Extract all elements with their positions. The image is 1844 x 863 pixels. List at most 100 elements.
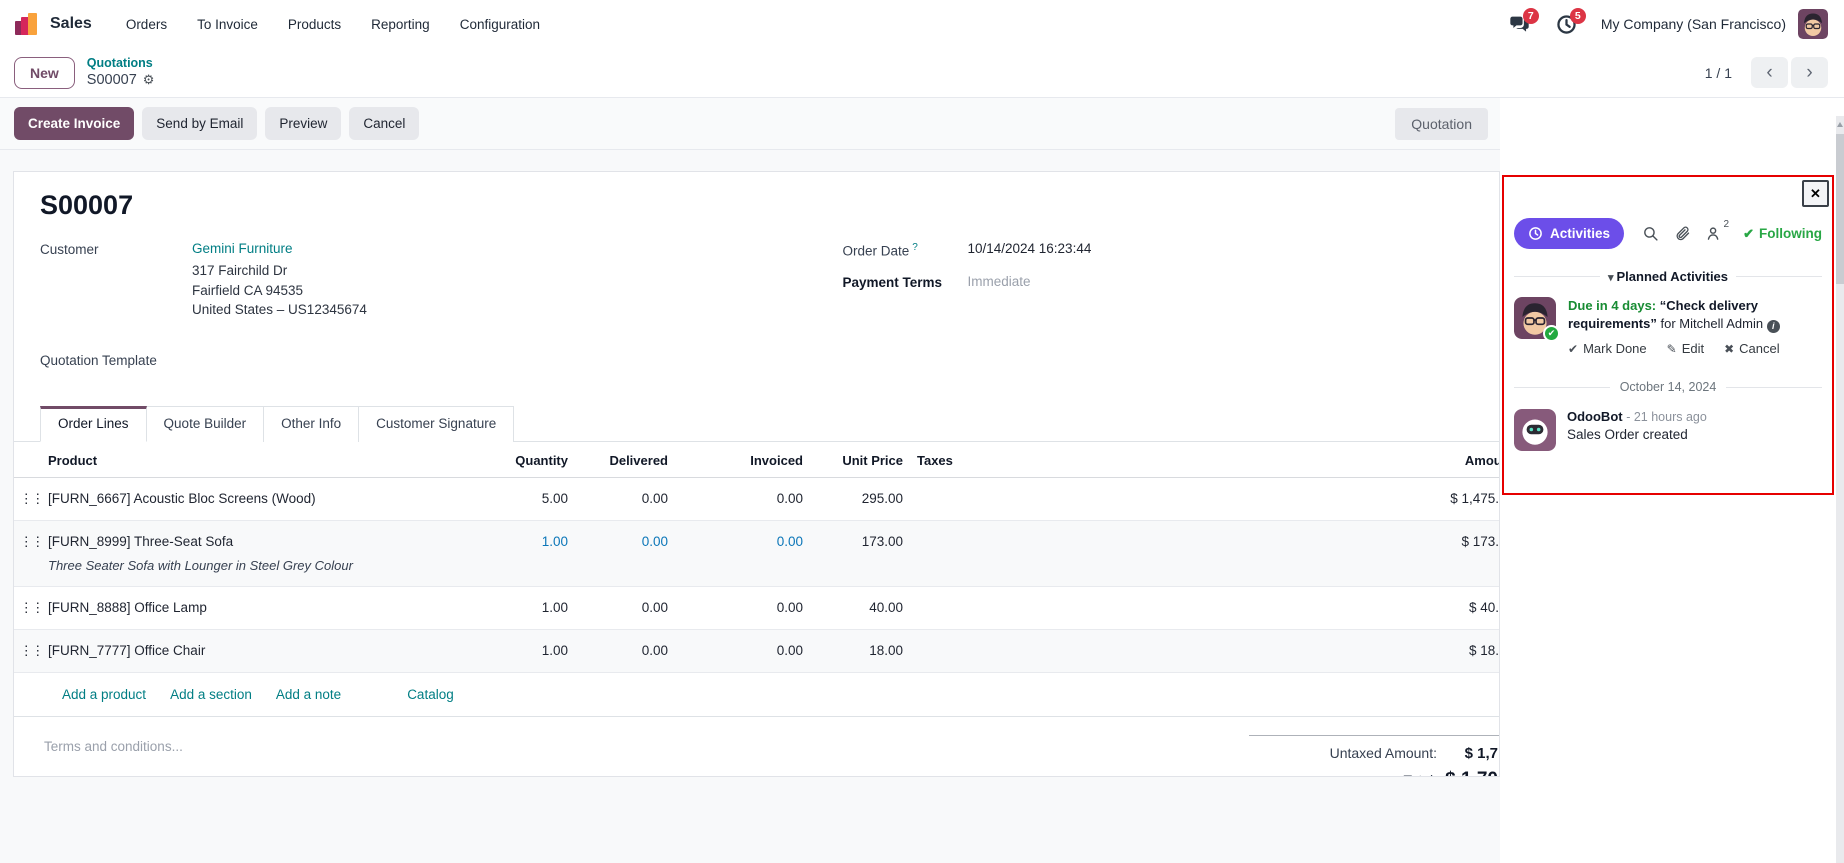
scrollbar-thumb[interactable] [1836,134,1844,284]
breadcrumb-quotations[interactable]: Quotations [87,56,155,72]
info-icon[interactable]: i [1767,320,1780,333]
order-date-value[interactable]: 10/14/2024 16:23:44 [967,241,1091,259]
cell-product[interactable]: [FURN_8999] Three-Seat Sofa Three Seater… [48,520,478,586]
drag-handle-icon[interactable]: ⋮⋮ [14,520,48,586]
mark-done-button[interactable]: ✔Mark Done [1568,341,1647,356]
cell-unit-price[interactable]: 18.00 [803,629,903,672]
scrollbar[interactable] [1836,116,1844,863]
planned-activities-toggle[interactable]: ▾Planned Activities [1608,269,1728,284]
menu-products[interactable]: Products [288,17,341,32]
drag-handle-icon[interactable]: ⋮⋮ [14,629,48,672]
cell-invoiced[interactable]: 0.00 [668,477,803,520]
odoo-logo-icon[interactable] [14,12,40,36]
cell-quantity[interactable]: 1.00 [478,520,568,586]
cell-delivered[interactable]: 0.00 [568,629,668,672]
tab-order-lines[interactable]: Order Lines [40,406,147,442]
tab-customer-signature[interactable]: Customer Signature [359,406,514,442]
following-button[interactable]: ✔ Following [1743,226,1822,242]
send-by-email-button[interactable]: Send by Email [142,107,257,140]
odoobot-avatar [1514,409,1556,451]
done-check-icon: ✔ [1543,325,1560,342]
col-delivered[interactable]: Delivered [568,442,668,478]
col-unit-price[interactable]: Unit Price [803,442,903,478]
table-row[interactable]: ⋮⋮ [FURN_8888] Office Lamp 1.00 0.00 0.0… [14,586,1499,629]
cell-quantity[interactable]: 1.00 [478,586,568,629]
search-icon[interactable] [1642,225,1659,242]
cell-invoiced[interactable]: 0.00 [668,520,803,586]
terms-input[interactable]: Terms and conditions... [44,739,1249,777]
add-note-link[interactable]: Add a note [276,687,341,702]
cell-product[interactable]: [FURN_8888] Office Lamp [48,586,478,629]
cell-quantity[interactable]: 1.00 [478,629,568,672]
cell-delivered[interactable]: 0.00 [568,520,668,586]
cell-delivered[interactable]: 0.00 [568,477,668,520]
menu-reporting[interactable]: Reporting [371,17,430,32]
cell-invoiced[interactable]: 0.00 [668,629,803,672]
col-invoiced[interactable]: Invoiced [668,442,803,478]
activities-button[interactable]: Activities [1514,218,1624,249]
company-switcher[interactable]: My Company (San Francisco) [1601,16,1786,32]
cell-unit-price[interactable]: 173.00 [803,520,903,586]
menu-to-invoice[interactable]: To Invoice [197,17,258,32]
app-menu-sales[interactable]: Sales [50,15,92,33]
cell-taxes[interactable] [903,477,1408,520]
customer-link[interactable]: Gemini Furniture [192,241,293,256]
cell-taxes[interactable] [903,586,1408,629]
cell-quantity[interactable]: 5.00 [478,477,568,520]
planned-activities-section: ▾Planned Activities [1514,269,1822,284]
menu-configuration[interactable]: Configuration [460,17,540,32]
cell-delivered[interactable]: 0.00 [568,586,668,629]
col-amount[interactable]: Amount [1408,442,1499,478]
messages-icon[interactable]: 7 [1509,14,1530,35]
new-button[interactable]: New [14,57,75,89]
cell-unit-price[interactable]: 40.00 [803,586,903,629]
table-row[interactable]: ⋮⋮ [FURN_6667] Acoustic Bloc Screens (Wo… [14,477,1499,520]
menu-orders[interactable]: Orders [126,17,167,32]
attachment-icon[interactable] [1674,225,1691,242]
pager-value[interactable]: 1 / 1 [1705,65,1732,81]
cell-amount[interactable]: $ 173. [1408,520,1499,586]
col-quantity[interactable]: Quantity [478,442,568,478]
create-invoice-button[interactable]: Create Invoice [14,107,134,140]
check-icon: ✔ [1743,226,1754,242]
cell-taxes[interactable] [903,629,1408,672]
scroll-up-icon[interactable] [1837,122,1843,127]
add-product-link[interactable]: Add a product [62,687,146,702]
pager-prev-button[interactable]: ‹ [1751,57,1788,88]
tab-quote-builder[interactable]: Quote Builder [147,406,265,442]
drag-handle-icon[interactable]: ⋮⋮ [14,477,48,520]
tab-other-info[interactable]: Other Info [264,406,359,442]
gear-icon[interactable]: ⚙ [143,72,155,88]
cell-amount[interactable]: $ 40. [1408,586,1499,629]
cell-product[interactable]: [FURN_7777] Office Chair [48,629,478,672]
payment-terms-value[interactable]: Immediate [967,274,1030,290]
add-section-link[interactable]: Add a section [170,687,252,702]
col-product[interactable]: Product [48,442,478,478]
catalog-link[interactable]: Catalog [407,687,454,702]
cell-amount[interactable]: $ 18. [1408,629,1499,672]
cancel-button[interactable]: Cancel [349,107,419,140]
drag-handle-icon[interactable]: ⋮⋮ [14,586,48,629]
col-taxes[interactable]: Taxes [903,442,1408,478]
cell-product[interactable]: [FURN_6667] Acoustic Bloc Screens (Wood) [48,477,478,520]
cancel-activity-button[interactable]: ✖Cancel [1724,341,1780,356]
product-description: Three Seater Sofa with Lounger in Steel … [48,558,478,573]
preview-button[interactable]: Preview [265,107,341,140]
date-separator-label: October 14, 2024 [1620,380,1717,394]
cell-invoiced[interactable]: 0.00 [668,586,803,629]
cell-unit-price[interactable]: 295.00 [803,477,903,520]
pager-next-button[interactable]: › [1791,57,1828,88]
close-button[interactable]: ✕ [1802,180,1829,207]
followers-icon[interactable]: 2 [1706,225,1729,242]
table-row[interactable]: ⋮⋮ [FURN_8999] Three-Seat Sofa Three Sea… [14,520,1499,586]
cell-taxes[interactable] [903,520,1408,586]
followers-count: 2 [1724,219,1730,236]
stage-badge[interactable]: Quotation [1395,108,1488,140]
user-avatar[interactable] [1798,9,1828,39]
cell-amount[interactable]: $ 1,475. [1408,477,1499,520]
activities-clock-icon[interactable]: 5 [1556,14,1577,35]
check-icon: ✔ [1568,342,1578,356]
table-row[interactable]: ⋮⋮ [FURN_7777] Office Chair 1.00 0.00 0.… [14,629,1499,672]
edit-activity-button[interactable]: ✎Edit [1667,341,1704,356]
message-author[interactable]: OdooBot [1567,409,1623,424]
